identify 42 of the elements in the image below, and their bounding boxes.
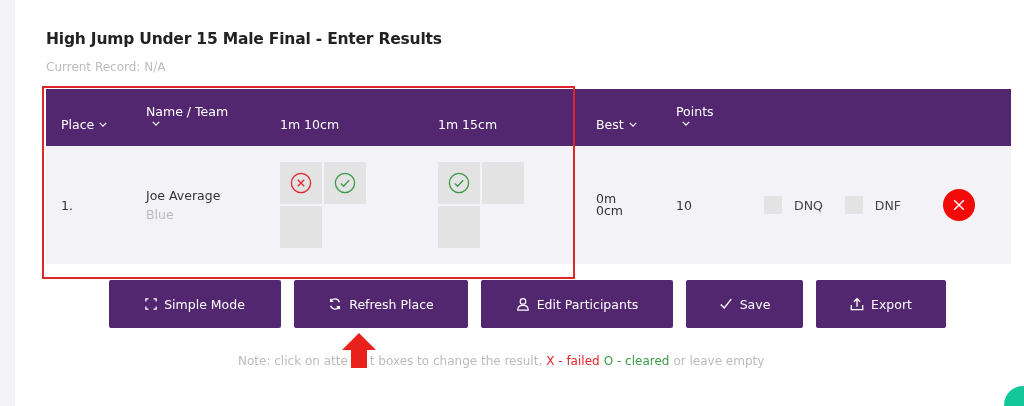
note-text: Note: click on atte (238, 354, 348, 368)
column-header: 1m 10cm (280, 117, 340, 132)
note-text: t boxes to change the result, (369, 354, 543, 368)
column-header[interactable]: Name / Team (146, 104, 229, 126)
chevron-icon (99, 122, 108, 127)
column-header[interactable]: Points (676, 104, 714, 126)
place-cell: 1. (61, 197, 73, 213)
chevron-icon (152, 121, 160, 126)
points-cell: 10 (676, 197, 692, 213)
chevron-icon (682, 121, 690, 126)
action-button[interactable]: Edit Participants (481, 280, 673, 328)
chevron-icon (628, 122, 637, 127)
cross-circle-icon (290, 172, 312, 194)
best-cell-text: 0m 0cm (596, 192, 624, 218)
action-button[interactable]: Save (686, 280, 803, 328)
attempt-box[interactable] (438, 162, 480, 204)
check-circle-icon (334, 172, 356, 194)
delete-button[interactable] (943, 189, 975, 221)
team-name: Blue (146, 207, 175, 222)
note-text: X - failed (546, 354, 600, 368)
check-icon (718, 297, 733, 311)
note-text: O - cleared (603, 354, 670, 368)
attempt-box[interactable] (324, 162, 366, 204)
current-record: Current Record: N/A (46, 60, 167, 74)
refresh-icon (328, 297, 343, 311)
checkbox-label: DNQ (794, 197, 823, 213)
column-header[interactable]: Best (596, 117, 637, 132)
user-icon (515, 297, 530, 311)
attempt-box[interactable] (280, 162, 322, 204)
check-circle-icon (448, 172, 470, 194)
action-button[interactable]: Refresh Place (294, 280, 468, 328)
close-icon (951, 197, 967, 213)
page-title: High Jump Under 15 Male Final - Enter Results (46, 30, 443, 48)
column-header: 1m 15cm (438, 117, 498, 132)
note-text: or leave empty (673, 354, 765, 368)
action-button[interactable]: Export (816, 280, 946, 328)
upload-icon (850, 297, 865, 311)
athlete-name: Joe Average (146, 188, 222, 203)
expand-icon (145, 298, 158, 310)
action-button[interactable]: Simple Mode (109, 280, 281, 328)
checkbox-label: DNF (874, 197, 901, 213)
column-header[interactable]: Place (61, 117, 108, 132)
